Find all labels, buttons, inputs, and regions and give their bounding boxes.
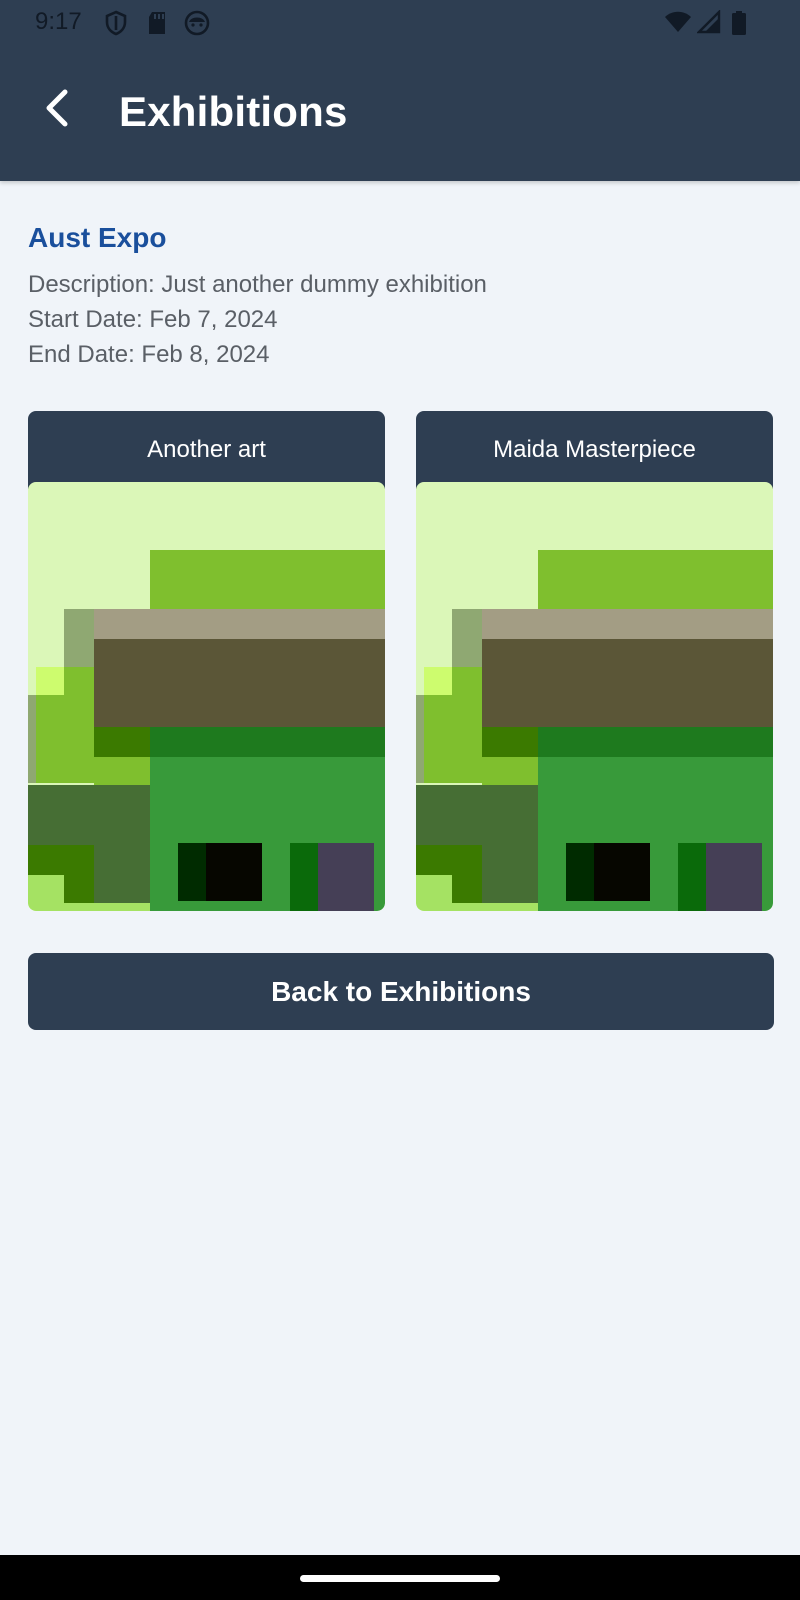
exhibition-name: Aust Expo <box>28 222 167 253</box>
artwork-grid: Another art Maida Masterpiece <box>28 411 774 911</box>
status-bar: 9:17 <box>0 0 800 48</box>
status-time: 9:17 <box>35 8 82 35</box>
exhibition-start-date: Start Date: Feb 7, 2024 <box>28 306 278 333</box>
signal-icon <box>696 9 723 36</box>
artwork-card[interactable]: Maida Masterpiece <box>416 411 773 911</box>
exhibition-end-date: End Date: Feb 8, 2024 <box>28 341 270 368</box>
home-handle[interactable] <box>300 1575 500 1582</box>
artwork-image <box>416 482 773 911</box>
exhibition-description: Description: Just another dummy exhibiti… <box>28 271 487 298</box>
artwork-image <box>28 482 385 911</box>
arrow-back-icon <box>41 88 71 133</box>
page-title: Exhibitions <box>119 88 348 135</box>
exhibition-details: Aust Expo Description: Just another dumm… <box>28 222 774 372</box>
back-button[interactable] <box>34 88 78 132</box>
artwork-title: Maida Masterpiece <box>416 411 773 489</box>
wifi-icon <box>664 10 691 36</box>
sd-card-icon <box>146 10 172 36</box>
battery-icon <box>731 10 757 36</box>
face-icon <box>184 10 210 36</box>
shield-icon <box>104 10 130 36</box>
app-bar: 9:17 Exhibitions <box>0 0 800 181</box>
artwork-card[interactable]: Another art <box>28 411 385 911</box>
artwork-title: Another art <box>28 411 385 489</box>
navigation-bar <box>0 1555 800 1600</box>
back-to-exhibitions-button[interactable]: Back to Exhibitions <box>28 953 774 1030</box>
